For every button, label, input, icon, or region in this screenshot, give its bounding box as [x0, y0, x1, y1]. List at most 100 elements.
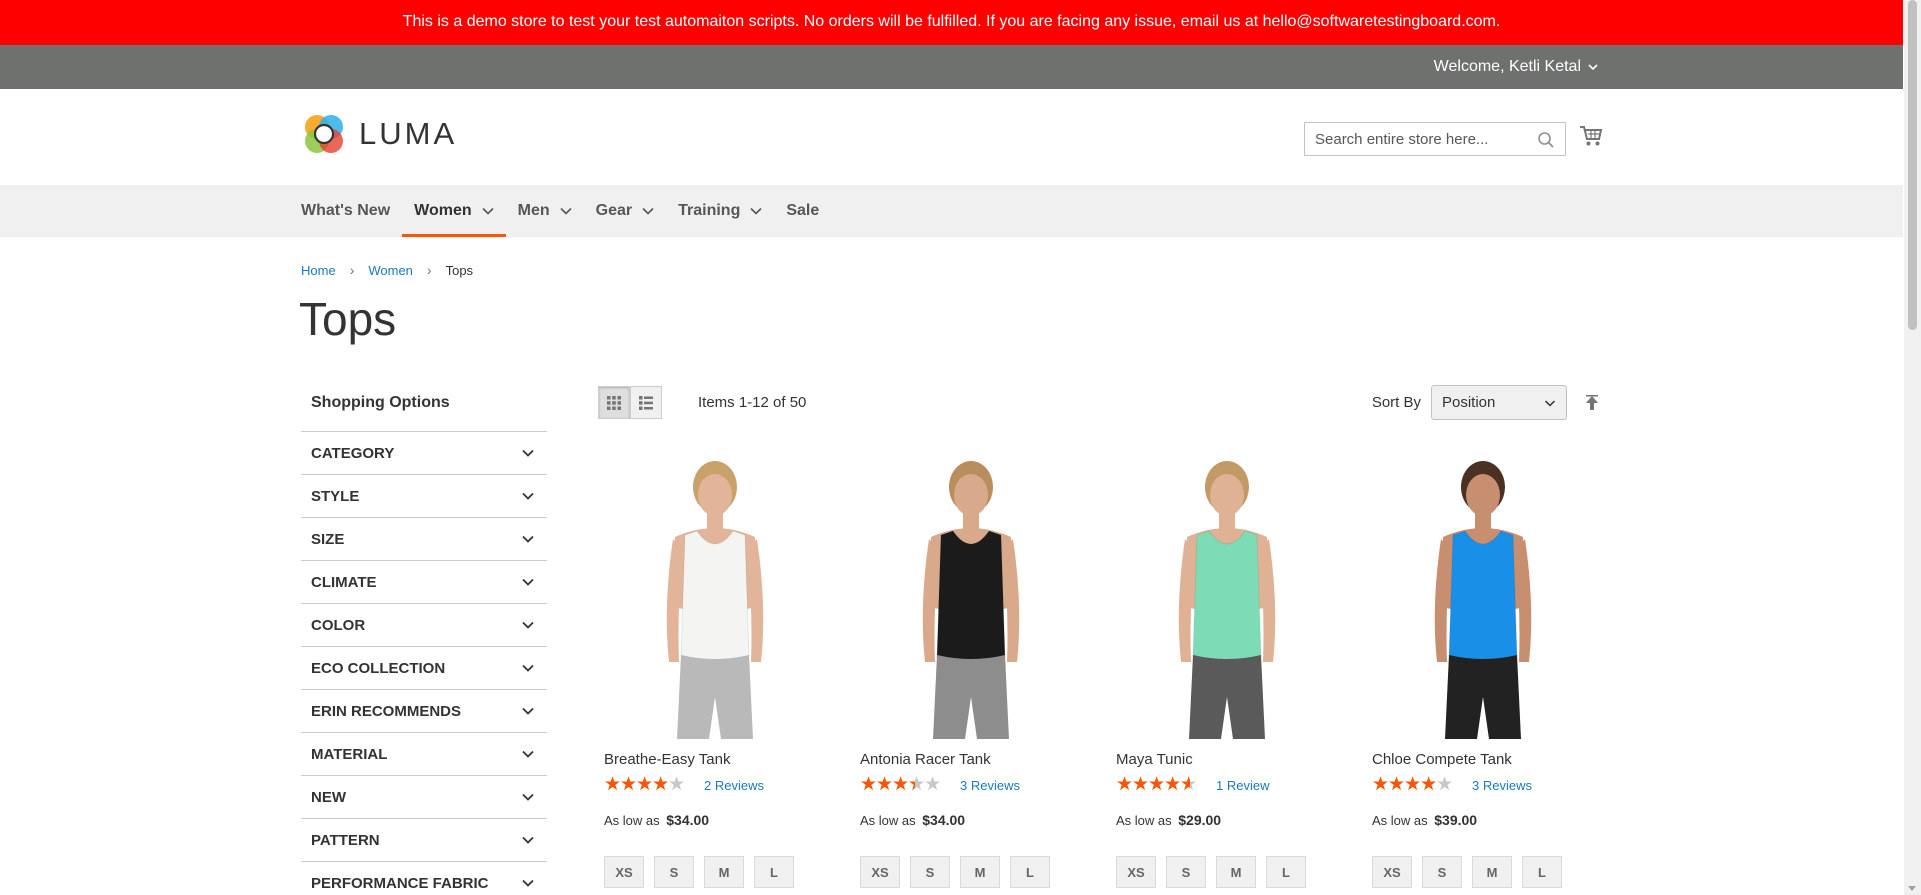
chevron-down-icon: [522, 836, 534, 844]
filter-size[interactable]: SIZE: [301, 518, 547, 561]
breadcrumb-home[interactable]: Home: [301, 263, 336, 278]
filter-title: PERFORMANCE FABRIC: [311, 874, 489, 892]
reviews-link[interactable]: 2 Reviews: [704, 778, 764, 793]
product-image[interactable]: [625, 457, 805, 739]
size-swatch[interactable]: L: [1522, 856, 1562, 888]
product-price: As low as $34.00: [860, 812, 1110, 828]
product-photo-model: [922, 461, 1020, 739]
size-swatch[interactable]: XS: [1372, 856, 1412, 888]
size-swatch[interactable]: XS: [1116, 856, 1156, 888]
size-swatch[interactable]: XS: [860, 856, 900, 888]
nav-item-women[interactable]: Women: [402, 185, 507, 237]
nav-label: Women: [414, 202, 472, 219]
product-image[interactable]: [1393, 457, 1573, 739]
filter-color[interactable]: COLOR: [301, 604, 547, 647]
product-rating: ★★★★★★★★★★ 3 Reviews: [860, 776, 1110, 794]
customer-welcome-menu[interactable]: Welcome, Ketli Ketal: [1434, 45, 1599, 89]
sort-by-select[interactable]: Position: [1431, 385, 1567, 420]
size-swatch[interactable]: S: [910, 856, 950, 888]
size-swatch[interactable]: M: [704, 856, 744, 888]
product-image[interactable]: [881, 457, 1061, 739]
filter-pattern[interactable]: PATTERN: [301, 819, 547, 862]
page-scrollbar[interactable]: [1904, 0, 1921, 895]
filter-title: ERIN RECOMMENDS: [311, 702, 462, 720]
nav-item-gear[interactable]: Gear: [584, 185, 666, 237]
size-swatches: XS S M L: [1372, 856, 1622, 888]
price-value: $34.00: [666, 812, 710, 828]
breadcrumb-separator: ›: [349, 262, 355, 278]
filter-title: ECO COLLECTION: [311, 659, 446, 677]
product-rating: ★★★★★★★★★★ 2 Reviews: [604, 776, 854, 794]
reviews-link[interactable]: 3 Reviews: [960, 778, 1020, 793]
chevron-down-icon: [1588, 64, 1598, 71]
rating-star-fill: ★★★★★: [1116, 776, 1190, 794]
product-name-link[interactable]: Breathe-Easy Tank: [604, 751, 854, 768]
size-swatch[interactable]: S: [1166, 856, 1206, 888]
nav-label: Men: [517, 202, 550, 219]
size-swatch[interactable]: S: [1422, 856, 1462, 888]
toolbar-item-count: Items 1-12 of 50: [698, 394, 807, 411]
product-image[interactable]: [1137, 457, 1317, 739]
product-photo-model: [666, 461, 764, 739]
filter-new[interactable]: NEW: [301, 776, 547, 819]
reviews-link[interactable]: 1 Review: [1216, 778, 1269, 793]
product-grid: Breathe-Easy Tank★★★★★★★★★★2 ReviewsAs l…: [598, 457, 1622, 895]
reviews-link[interactable]: 3 Reviews: [1472, 778, 1532, 793]
chevron-down-icon: [522, 449, 534, 457]
filter-style[interactable]: STYLE: [301, 475, 547, 518]
breadcrumb-women[interactable]: Women: [368, 263, 413, 278]
list-view-button[interactable]: [630, 386, 662, 419]
filter-erin-recommends[interactable]: ERIN RECOMMENDS: [301, 690, 547, 733]
filter-title: SIZE: [311, 530, 345, 548]
nav-item-men[interactable]: Men: [506, 185, 584, 237]
product-name-link[interactable]: Chloe Compete Tank: [1372, 751, 1622, 768]
filter-eco-collection[interactable]: ECO COLLECTION: [301, 647, 547, 690]
scrollbar-thumb[interactable]: [1908, 0, 1917, 330]
rating-stars: ★★★★★★★★★★: [604, 776, 696, 794]
size-swatch[interactable]: M: [1216, 856, 1256, 888]
chevron-down-icon: [522, 750, 534, 758]
rating-star-fill: ★★★★★: [860, 776, 915, 794]
nav-item-sale[interactable]: Sale: [774, 185, 831, 237]
shopping-cart-icon: [1580, 126, 1603, 146]
price-value: $34.00: [922, 812, 966, 828]
filter-title: STYLE: [311, 487, 360, 505]
luma-logo[interactable]: LUMA: [301, 111, 457, 157]
size-swatch[interactable]: S: [654, 856, 694, 888]
shopping-options-title: Shopping Options: [301, 385, 547, 432]
chevron-down-icon: [522, 578, 534, 586]
product-name-link[interactable]: Maya Tunic: [1116, 751, 1366, 768]
filter-climate[interactable]: CLIMATE: [301, 561, 547, 604]
size-swatch[interactable]: L: [754, 856, 794, 888]
filter-performance-fabric[interactable]: PERFORMANCE FABRIC: [301, 862, 547, 895]
filter-material[interactable]: MATERIAL: [301, 733, 547, 776]
filter-category[interactable]: CATEGORY: [301, 432, 547, 475]
scroll-down-arrow-icon[interactable]: [1908, 886, 1916, 891]
size-swatch[interactable]: M: [1472, 856, 1512, 888]
nav-item-whats-new[interactable]: What's New: [301, 185, 402, 237]
price-value: $29.00: [1178, 812, 1222, 828]
filter-title: NEW: [311, 788, 346, 806]
demo-notice-banner: This is a demo store to test your test a…: [0, 0, 1903, 45]
size-swatch[interactable]: L: [1266, 856, 1306, 888]
minicart-button[interactable]: [1579, 125, 1603, 152]
top-panel: Welcome, Ketli Ketal: [0, 45, 1903, 89]
product-card: Maya Tunic ★★★★★ ★★★★★ 1 Review As low as $2…: [1110, 457, 1366, 895]
product-name-link[interactable]: Antonia Racer Tank: [860, 751, 1110, 768]
view-modes: [598, 386, 662, 419]
logo-text: LUMA: [359, 116, 458, 151]
search-box: [1304, 122, 1566, 156]
product-card: Breathe-Easy Tank ★★★★★★★★★★ 2 Reviews As l…: [598, 457, 854, 895]
nav-item-training[interactable]: Training: [666, 185, 774, 237]
size-swatch[interactable]: L: [1010, 856, 1050, 888]
search-input[interactable]: [1305, 130, 1525, 148]
size-swatch[interactable]: M: [960, 856, 1000, 888]
search-icon[interactable]: [1537, 131, 1555, 149]
filter-title: CATEGORY: [311, 444, 395, 462]
chevron-down-icon: [522, 879, 534, 887]
sort-direction-arrow-icon[interactable]: [1583, 394, 1601, 412]
sort-by-value: Position: [1442, 394, 1496, 411]
grid-view-button[interactable]: [598, 386, 630, 419]
size-swatch[interactable]: XS: [604, 856, 644, 888]
chevron-down-icon: [522, 535, 534, 543]
